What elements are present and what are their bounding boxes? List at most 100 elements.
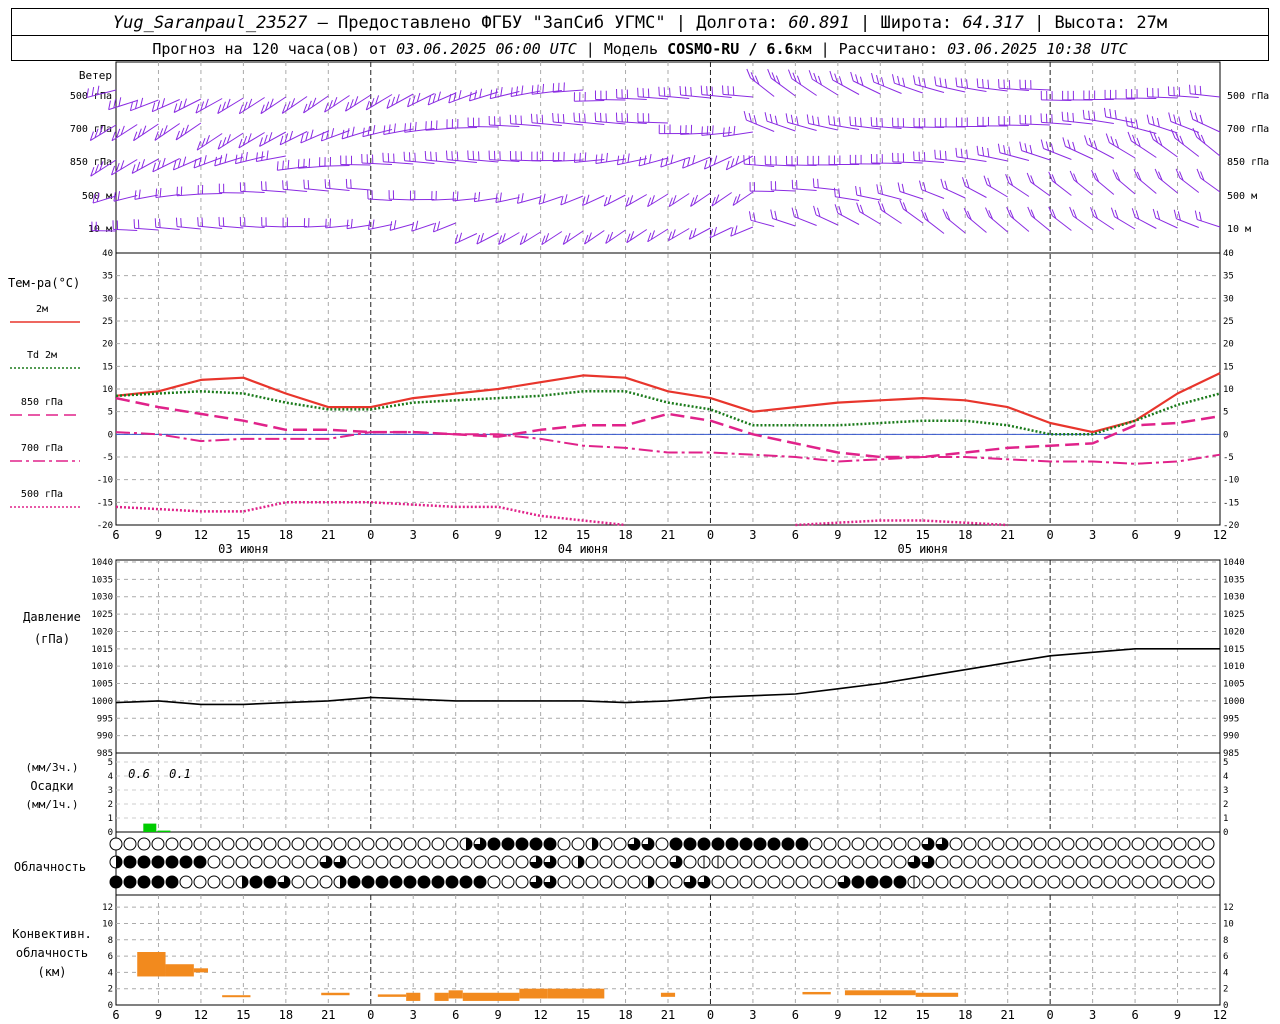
wind-barb: [1126, 97, 1157, 99]
wind-barb-flag: [1194, 210, 1198, 220]
cloud-cover-symbol: [767, 855, 781, 869]
wind-barb-flag: [287, 159, 290, 169]
cloud-cover-symbol: [837, 855, 851, 869]
wind-barb-flag: [966, 149, 968, 159]
temp-legend-label: Td 2м: [27, 350, 57, 361]
cloud-fill-half: [648, 876, 654, 888]
conv-tick-left: 12: [102, 903, 113, 913]
cloud-fill-full: [866, 876, 878, 888]
cloud-fill-full: [684, 838, 696, 850]
wind-barb-flag: [955, 77, 958, 87]
wind-barb: [812, 78, 839, 96]
conv-bar: [844, 990, 916, 996]
pressure-tick-left: 1020: [91, 627, 113, 637]
wind-barb-flag: [573, 112, 575, 122]
cloud-cover-symbol: [1047, 855, 1061, 869]
pressure-tick-left: 1010: [91, 662, 113, 672]
wind-barb-flag: [706, 86, 708, 96]
cloud-fill-full: [418, 876, 430, 888]
wind-barb: [1134, 216, 1157, 229]
wind-barb: [574, 100, 605, 102]
wind-barb: [1065, 145, 1093, 160]
wind-barb: [943, 187, 966, 199]
wind-barb-flag: [670, 154, 674, 164]
wind-barb-flag: [860, 117, 862, 127]
wind-barb-flag: [787, 69, 793, 79]
conv-tick-right: 4: [1223, 968, 1228, 978]
temp-legend-label: 700 гПа: [21, 443, 63, 454]
wind-barb-flag: [966, 79, 969, 89]
wind-barb-flag: [682, 159, 686, 169]
conv-tick-right: 8: [1223, 936, 1228, 946]
wind-barb-flag: [1061, 111, 1064, 121]
wind-barb: [914, 83, 945, 93]
cloud-cover-symbol: [1117, 855, 1131, 869]
cloud-cover-symbol: [1103, 855, 1117, 869]
wind-barb-flag: [224, 153, 228, 163]
conv-tick-right: 10: [1223, 919, 1234, 929]
wind-barb: [431, 198, 456, 201]
cloud-cover-symbol: [1019, 875, 1033, 889]
wind-barb-flag: [961, 177, 966, 187]
wind-barb: [346, 224, 371, 230]
wind-barb-flag: [245, 152, 248, 162]
cloud-cover-symbol: [431, 855, 445, 869]
cloud-cover-symbol: [305, 837, 319, 851]
pressure-tick-left: 995: [97, 714, 113, 724]
wind-barb: [531, 122, 562, 126]
precip-tick-left: 5: [108, 758, 113, 768]
conv-tick-left: 10: [102, 919, 113, 929]
precip-tick-left: 0: [108, 828, 113, 838]
precip-tick-right: 5: [1223, 758, 1228, 768]
wind-barb-flag: [1112, 169, 1118, 179]
wind-barb-flag: [669, 87, 671, 97]
wind-barb-flag: [1194, 85, 1197, 95]
wind-barb-flag: [383, 125, 386, 135]
conv-tick-left: 8: [108, 936, 113, 946]
wind-barb-flag: [600, 153, 603, 163]
wind-barb-flag: [753, 212, 756, 222]
conv-tick-right: 2: [1223, 985, 1228, 995]
wind-barb-flag: [769, 113, 773, 124]
wind-barb-flag: [806, 114, 810, 124]
cloud-fill-full: [894, 876, 906, 888]
cloud-cover-symbol: [851, 837, 865, 851]
cloud-cover-symbol: [949, 855, 963, 869]
date-label: 03 июня: [218, 542, 269, 556]
temp-tick-right: 40: [1223, 249, 1234, 259]
wind-barb-flag: [1189, 110, 1194, 120]
cloud-title: Облачность: [14, 860, 86, 874]
conv-tick-left: 2: [108, 985, 113, 995]
wind-barb: [476, 232, 499, 245]
wind-barb-flag: [1189, 84, 1191, 94]
wind-barb-flag: [808, 70, 813, 80]
wind-barb-flag: [711, 86, 714, 96]
cloud-fill-full: [362, 876, 374, 888]
wind-barb: [498, 232, 520, 245]
wind-barb-flag: [981, 146, 985, 157]
wind-barb: [835, 196, 860, 201]
cloud-cover-symbol: [1103, 837, 1117, 851]
cloud-cover-symbol: [949, 837, 963, 851]
wind-barb: [538, 196, 563, 205]
wind-barb: [1105, 116, 1136, 124]
conv-bar: [165, 964, 194, 977]
wind-barb-flag: [203, 155, 207, 165]
precip-tick-right: 0: [1223, 828, 1228, 838]
cloud-cover-symbol: [781, 855, 795, 869]
wind-barb-flag: [489, 89, 493, 99]
wind-barb-flag: [218, 216, 220, 226]
wind-barb: [368, 224, 393, 230]
conv-tick-right: 12: [1223, 903, 1234, 913]
conv-bar: [321, 992, 350, 996]
wind-barb-flag: [942, 208, 948, 219]
wind-barb-flag: [1154, 168, 1160, 179]
hour-label-bottom: 21: [661, 1008, 675, 1022]
wind-barb-flag: [414, 152, 416, 162]
cloud-fill-full: [488, 838, 500, 850]
cloud-fill-full: [264, 876, 276, 888]
cloud-cover-symbol: [893, 837, 907, 851]
wind-barb-flag: [261, 151, 264, 161]
wind-barb-flag: [859, 186, 862, 197]
conv-title-line: облачность: [16, 946, 88, 960]
